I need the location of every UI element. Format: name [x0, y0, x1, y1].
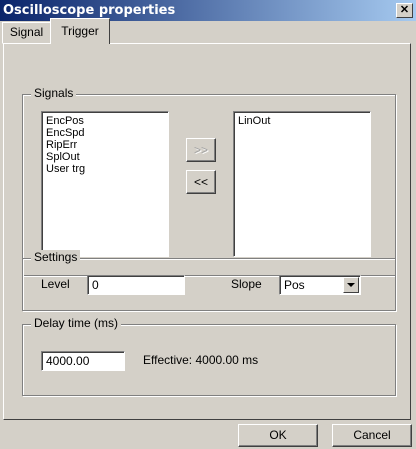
- tab-signal[interactable]: Signal: [2, 22, 51, 44]
- slope-dropdown-button[interactable]: [343, 277, 359, 293]
- settings-group-legend: Settings: [31, 250, 81, 264]
- selected-signals-list[interactable]: LinOut: [233, 111, 371, 257]
- cancel-label: Cancel: [353, 428, 391, 442]
- delay-time-group: Delay time (ms) 4000.00 Effective: 4000.…: [22, 316, 396, 396]
- window-title: Oscilloscope properties: [3, 3, 176, 18]
- ok-button[interactable]: OK: [238, 424, 318, 447]
- list-item[interactable]: EncSpd: [42, 127, 168, 139]
- list-item[interactable]: User trg: [42, 163, 168, 175]
- remove-signal-button[interactable]: <<: [186, 170, 216, 194]
- chevron-down-icon: [347, 283, 355, 287]
- level-input[interactable]: 0: [87, 275, 185, 295]
- add-signal-label: >>: [193, 143, 208, 157]
- signals-group-legend: Signals: [31, 86, 77, 100]
- add-signal-button[interactable]: >>: [186, 138, 216, 162]
- close-button[interactable]: ✕: [396, 3, 413, 18]
- effective-delay-text: Effective: 4000.00 ms: [143, 353, 259, 367]
- ok-label: OK: [269, 428, 287, 442]
- list-item[interactable]: RipErr: [42, 139, 168, 151]
- remove-signal-label: <<: [193, 175, 208, 189]
- slope-value: Pos: [284, 278, 305, 292]
- tab-trigger[interactable]: Trigger: [50, 18, 110, 44]
- list-item[interactable]: SplOut: [42, 151, 168, 163]
- oscilloscope-properties-dialog: Oscilloscope properties ✕ Signal Trigger…: [0, 0, 416, 449]
- cancel-button[interactable]: Cancel: [332, 424, 412, 447]
- available-signals-list[interactable]: EncPos EncSpd RipErr SplOut User trg: [41, 111, 169, 257]
- close-icon: ✕: [399, 4, 410, 16]
- tab-signal-label: Signal: [9, 25, 44, 39]
- level-value: 0: [92, 278, 99, 292]
- list-item[interactable]: LinOut: [234, 115, 370, 127]
- signals-group: Signals EncPos EncSpd RipErr SplOut User trg…: [22, 86, 396, 276]
- settings-group: Settings Level 0 Slope Pos: [22, 250, 396, 311]
- slope-label: Slope: [231, 277, 262, 291]
- delay-time-group-legend: Delay time (ms): [31, 316, 122, 330]
- slope-select[interactable]: Pos: [279, 275, 361, 295]
- delay-time-value: 4000.00: [46, 354, 90, 368]
- level-label: Level: [41, 277, 70, 291]
- list-item[interactable]: EncPos: [42, 115, 168, 127]
- trigger-tab-panel: Signals EncPos EncSpd RipErr SplOut User trg…: [3, 43, 411, 420]
- tab-trigger-label: Trigger: [61, 24, 99, 38]
- delay-time-input[interactable]: 4000.00: [41, 351, 125, 371]
